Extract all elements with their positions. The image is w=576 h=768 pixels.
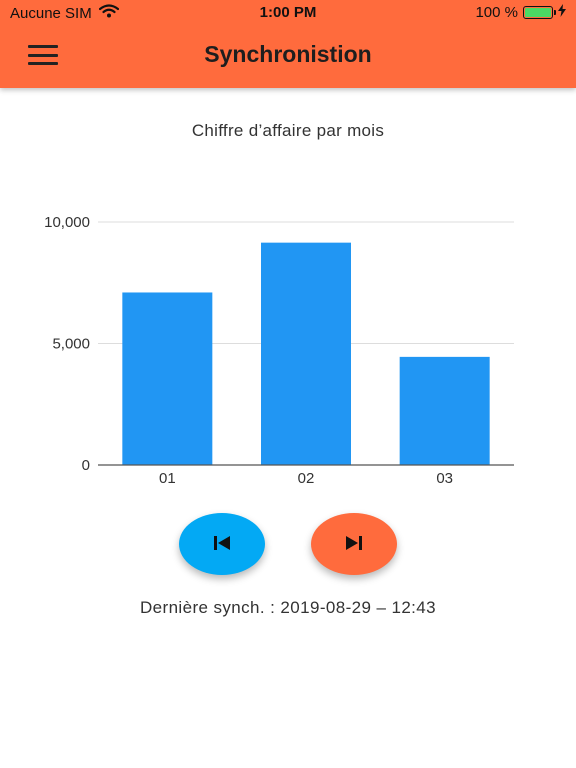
x-tick-label: 01 <box>159 470 176 487</box>
bar-chart: 10,000 5,000 0 01 02 03 <box>44 214 514 487</box>
battery-icon <box>523 6 556 19</box>
charging-icon <box>558 4 566 21</box>
skip-previous-icon <box>212 535 232 554</box>
last-sync-text: Dernière synch. : 2019-08-29 – 12:43 <box>139 598 437 617</box>
battery-percent: 100 % <box>475 4 518 21</box>
y-tick-label: 5,000 <box>52 336 90 353</box>
bar <box>399 356 490 465</box>
previous-button[interactable] <box>179 513 265 575</box>
chart-title: Chiffre d’affaire par mois <box>191 121 385 140</box>
y-tick-label: 10,000 <box>44 214 90 231</box>
page-title: Synchronistion <box>204 41 372 67</box>
y-tick-label: 0 <box>82 457 90 474</box>
next-button[interactable] <box>311 513 397 575</box>
bar <box>122 292 213 465</box>
x-tick-label: 03 <box>436 470 453 487</box>
skip-next-icon <box>344 535 364 554</box>
x-tick-label: 02 <box>298 470 315 487</box>
status-bar: Aucune SIM 1:00 PM 100 % <box>0 0 576 26</box>
app-bar: Aucune SIM 1:00 PM 100 % Synchronistion <box>0 0 576 88</box>
bar <box>261 242 351 465</box>
